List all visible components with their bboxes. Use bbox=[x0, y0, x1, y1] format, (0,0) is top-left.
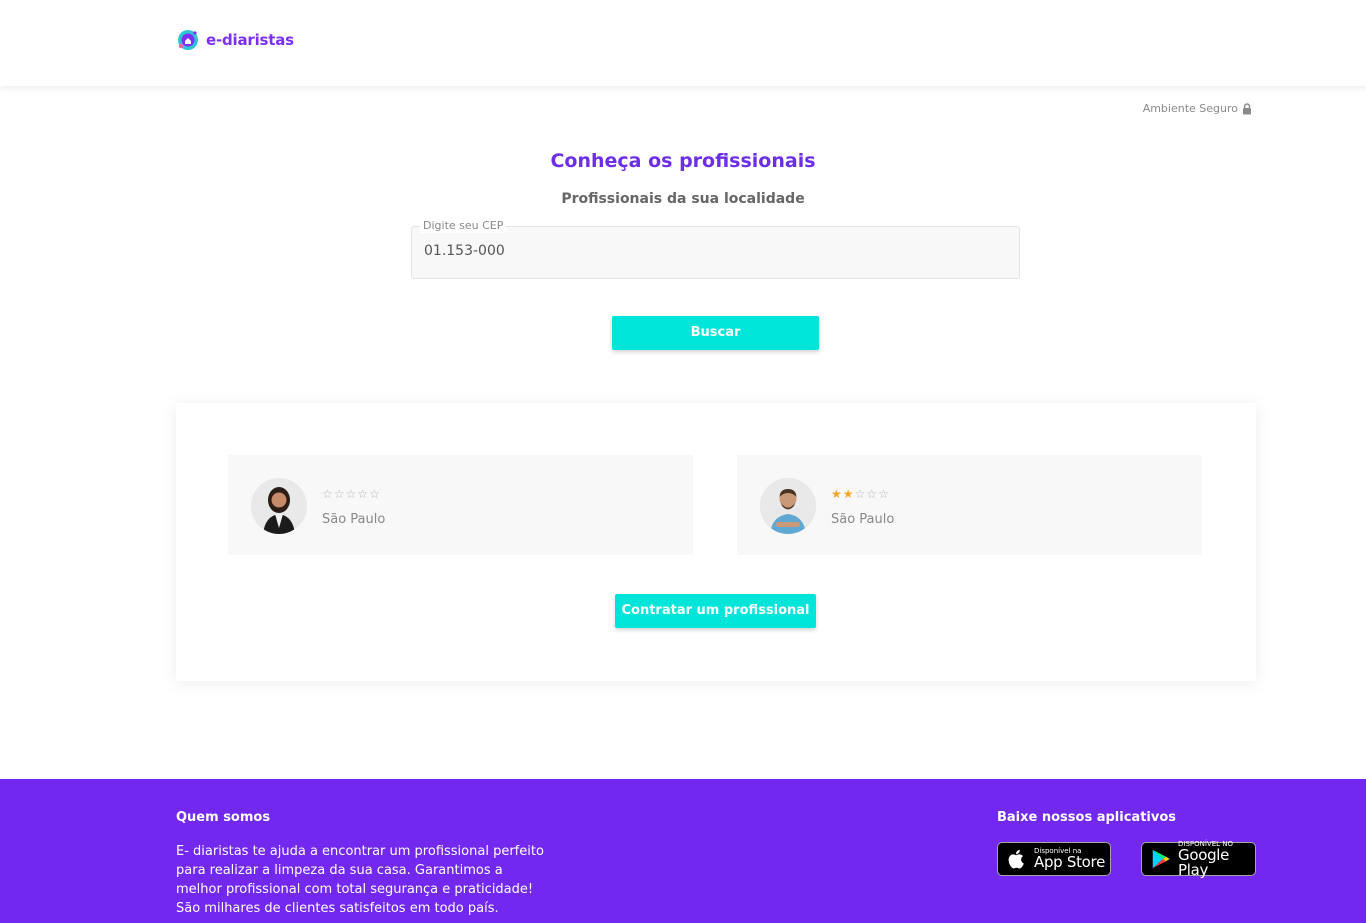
rating-stars: ★★☆☆☆ bbox=[831, 487, 890, 501]
cep-field[interactable] bbox=[411, 226, 1020, 279]
cep-label: Digite seu CEP bbox=[420, 219, 507, 233]
star-empty-icon: ☆ bbox=[369, 487, 381, 501]
cep-input[interactable] bbox=[424, 243, 1004, 259]
star-filled-icon: ★ bbox=[842, 487, 855, 501]
about-line: melhor profissional com total segurança … bbox=[176, 882, 534, 897]
google-play-big: Google Play bbox=[1178, 845, 1230, 879]
rating-stars: ☆☆☆☆☆ bbox=[322, 487, 381, 501]
google-play-icon bbox=[1152, 849, 1170, 869]
brand-logo[interactable]: e-diaristas bbox=[176, 28, 294, 52]
professional-city: São Paulo bbox=[831, 512, 895, 527]
apps-title: Baixe nossos aplicativos bbox=[997, 810, 1177, 825]
logo-icon bbox=[178, 30, 198, 50]
about-title: Quem somos bbox=[176, 810, 271, 825]
search-button[interactable]: Buscar bbox=[612, 316, 819, 350]
about-line: para realizar a limpeza da sua casa. Gar… bbox=[176, 863, 503, 878]
top-header: e-diaristas bbox=[0, 0, 1366, 86]
professionals-card: ☆☆☆☆☆ São Paulo ★★☆☆☆ São Paulo Contrata… bbox=[176, 403, 1256, 681]
avatar bbox=[760, 478, 816, 534]
professional-item[interactable]: ☆☆☆☆☆ São Paulo bbox=[228, 455, 693, 555]
star-empty-icon: ☆ bbox=[866, 487, 879, 501]
star-filled-icon: ★ bbox=[831, 487, 843, 501]
about-line: São milhares de clientes satisfeitos em … bbox=[176, 901, 499, 916]
google-play-badge[interactable]: DISPONÍVEL NO Google Play bbox=[1141, 840, 1256, 879]
brand-name: e-diaristas bbox=[206, 31, 294, 49]
star-empty-icon: ☆ bbox=[878, 487, 890, 501]
star-empty-icon: ☆ bbox=[322, 487, 334, 501]
lock-icon bbox=[1243, 102, 1251, 114]
hire-professional-button[interactable]: Contratar um profissional bbox=[615, 594, 816, 628]
app-store-badge[interactable]: Disponível na App Store bbox=[997, 842, 1111, 876]
page-title: Conheça os profissionais bbox=[550, 150, 816, 172]
app-store-big: App Store bbox=[1034, 853, 1106, 871]
star-empty-icon: ☆ bbox=[333, 487, 346, 501]
professional-item[interactable]: ★★☆☆☆ São Paulo bbox=[737, 455, 1202, 555]
apple-icon bbox=[1008, 849, 1024, 869]
secure-badge: Ambiente Seguro bbox=[1143, 102, 1252, 115]
professional-city: São Paulo bbox=[322, 512, 386, 527]
page-subtitle: Profissionais da sua localidade bbox=[561, 191, 805, 207]
about-text: E- diaristas te ajuda a encontrar um pro… bbox=[176, 842, 556, 918]
secure-label: Ambiente Seguro bbox=[1142, 102, 1238, 115]
star-empty-icon: ☆ bbox=[357, 487, 370, 501]
star-empty-icon: ☆ bbox=[345, 487, 358, 501]
star-empty-icon: ☆ bbox=[854, 487, 867, 501]
avatar bbox=[251, 478, 307, 534]
footer: Quem somos E- diaristas te ajuda a encon… bbox=[0, 779, 1366, 923]
about-line: E- diaristas te ajuda a encontrar um pro… bbox=[176, 844, 544, 859]
